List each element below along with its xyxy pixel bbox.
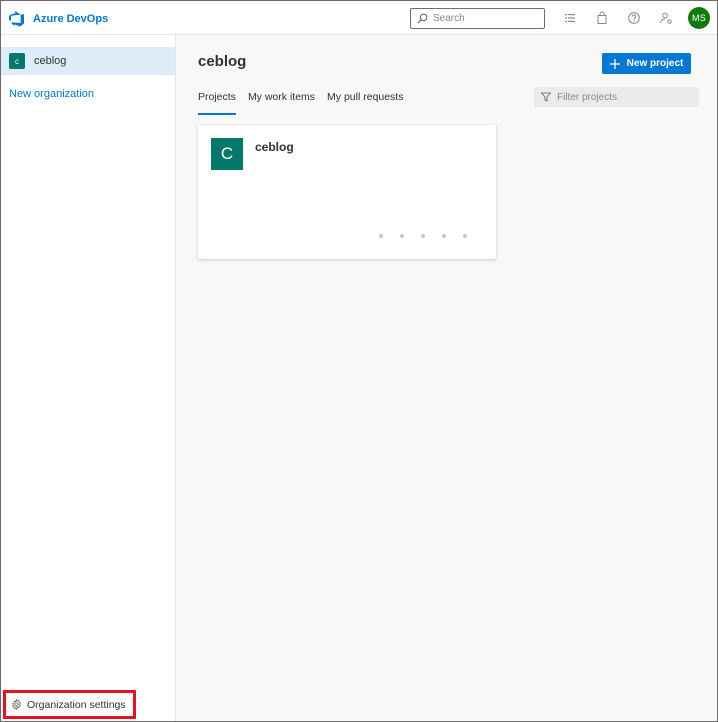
organization-settings-button[interactable]: Organization settings bbox=[3, 690, 136, 719]
dot bbox=[442, 234, 446, 238]
search-icon bbox=[417, 13, 428, 24]
browser-frame: Azure DevOps Search MS c ceblog New orga… bbox=[0, 0, 718, 722]
main-content: ceblog New project Projects My work item… bbox=[176, 35, 717, 721]
work-items-icon[interactable] bbox=[563, 11, 577, 25]
azure-devops-logo-icon bbox=[9, 11, 24, 27]
user-settings-icon[interactable] bbox=[659, 11, 673, 25]
organization-badge: c bbox=[9, 53, 25, 69]
search-input[interactable] bbox=[433, 13, 533, 24]
new-project-button[interactable]: New project bbox=[602, 53, 691, 74]
new-project-label: New project bbox=[626, 58, 684, 69]
dot bbox=[463, 234, 467, 238]
sidebar: c ceblog New organization Organization s… bbox=[1, 35, 176, 721]
avatar[interactable]: MS bbox=[688, 7, 710, 29]
search-box[interactable] bbox=[410, 8, 545, 29]
brand-home-link[interactable]: Azure DevOps bbox=[9, 10, 108, 28]
project-badge: C bbox=[211, 138, 243, 170]
dot bbox=[400, 234, 404, 238]
top-bar: Azure DevOps Search MS bbox=[1, 1, 717, 35]
tab-bar: Projects My work items My pull requests bbox=[198, 91, 415, 115]
organization-name: ceblog bbox=[34, 55, 67, 67]
filter-icon bbox=[541, 92, 551, 102]
filter-projects-input[interactable] bbox=[557, 91, 687, 103]
page-title: ceblog bbox=[198, 53, 247, 70]
project-card[interactable]: C ceblog bbox=[198, 125, 496, 259]
sidebar-item-organization[interactable]: c ceblog bbox=[1, 47, 175, 75]
new-organization-link[interactable]: New organization bbox=[9, 88, 94, 100]
project-card-dots bbox=[379, 234, 484, 238]
tab-my-pull-requests[interactable]: My pull requests bbox=[327, 91, 403, 115]
brand-name: Azure DevOps bbox=[33, 13, 109, 25]
gear-icon bbox=[12, 699, 21, 710]
help-icon[interactable] bbox=[627, 11, 641, 25]
dot bbox=[421, 234, 425, 238]
organization-settings-label: Organization settings bbox=[27, 698, 126, 711]
plus-icon bbox=[609, 58, 620, 69]
tab-my-work-items[interactable]: My work items bbox=[248, 91, 315, 115]
dot bbox=[379, 234, 383, 238]
marketplace-icon[interactable] bbox=[595, 11, 609, 25]
project-name[interactable]: ceblog bbox=[255, 140, 294, 154]
tab-projects[interactable]: Projects bbox=[198, 91, 236, 115]
filter-box[interactable] bbox=[534, 87, 699, 107]
